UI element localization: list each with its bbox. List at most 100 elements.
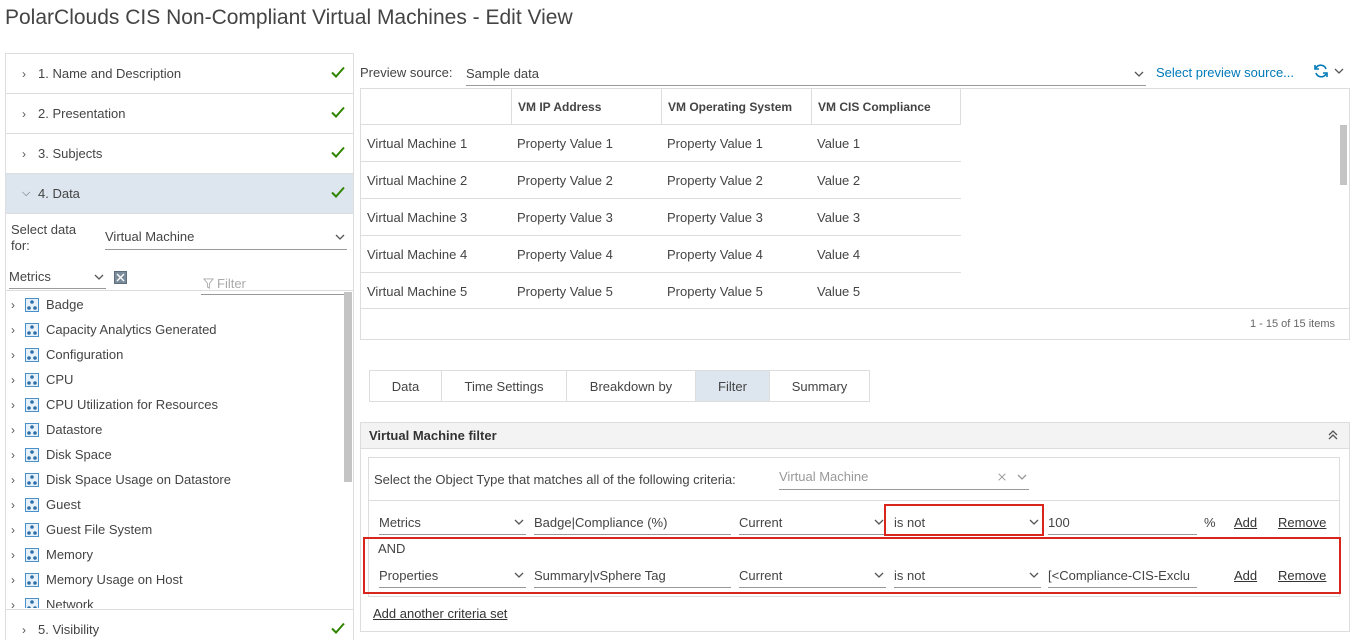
table-cell: Virtual Machine 4 [367, 247, 468, 262]
chevron-right-icon: › [11, 297, 15, 312]
grid-scrollbar[interactable] [1340, 125, 1347, 185]
criteria-timing-dropdown[interactable]: Current [739, 510, 886, 535]
criteria-timing-dropdown[interactable]: Current [739, 563, 886, 588]
criteria-value-text: 100 [1048, 514, 1070, 530]
criteria-timing-value: Current [739, 514, 783, 530]
filter-icon [203, 278, 214, 289]
chevron-down-icon [1029, 572, 1039, 578]
metric-group-icon [25, 597, 39, 608]
tab-time-settings[interactable]: Time Settings [442, 371, 567, 401]
preview-source-value: Sample data [466, 66, 539, 81]
grid-header-cell[interactable]: VM Operating System [661, 89, 811, 125]
preview-source-dropdown[interactable]: Sample data [466, 62, 1146, 86]
metric-group-icon [25, 297, 39, 312]
tab-summary[interactable]: Summary [770, 371, 869, 401]
table-row[interactable]: Virtual Machine 2 Property Value 2 Prope… [361, 162, 961, 199]
check-icon [331, 146, 345, 158]
metrics-toolbar: Metrics Filter [6, 261, 353, 295]
criteria-value-input[interactable]: [<Compliance-CIS-Exclu [1048, 563, 1197, 588]
clear-icon[interactable] [997, 472, 1007, 482]
criteria-intro: Select the Object Type that matches all … [374, 472, 736, 487]
grid-header-cell[interactable]: VM IP Address [511, 89, 661, 125]
chevron-down-icon [335, 234, 345, 240]
table-row[interactable]: Virtual Machine 5 Property Value 5 Prope… [361, 273, 961, 310]
filter-panel-title: Virtual Machine filter [369, 428, 497, 443]
criteria-row: Metrics Badge|Compliance (%) Current is … [369, 508, 1339, 538]
tree-item-capacity-analytics[interactable]: › Capacity Analytics Generated [6, 317, 217, 342]
grid-header-cell[interactable]: VM CIS Compliance [811, 89, 961, 125]
tree-item-label: CPU [46, 372, 74, 387]
tree-item-configuration[interactable]: › Configuration [6, 342, 123, 367]
metrics-dropdown[interactable]: Metrics [9, 265, 106, 289]
tree-scrollbar[interactable] [344, 292, 352, 482]
tree-item-guest-file-system[interactable]: › Guest File System [6, 517, 152, 542]
tree-item-cpu[interactable]: › CPU [6, 367, 73, 392]
refresh-icon[interactable] [1313, 63, 1329, 79]
step-visibility[interactable]: › 5. Visibility [6, 609, 353, 640]
collapse-all-icon[interactable] [114, 271, 127, 284]
tree-item-disk-space[interactable]: › Disk Space [6, 442, 112, 467]
tab-breakdown-by[interactable]: Breakdown by [567, 371, 696, 401]
wizard-steps-panel: › 1. Name and Description › 2. Presentat… [5, 53, 354, 640]
metric-tree: › Badge › Capacity Analytics Generated › Co… [6, 292, 353, 608]
table-row[interactable]: Virtual Machine 1 Property Value 1 Prope… [361, 125, 961, 162]
grid-header-cell[interactable] [361, 89, 511, 125]
tree-item-memory-usage-on-host[interactable]: › Memory Usage on Host [6, 567, 183, 592]
add-criteria-set-link[interactable]: Add another criteria set [373, 606, 507, 621]
criteria-type-dropdown[interactable]: Properties [379, 563, 526, 588]
chevron-right-icon: › [11, 322, 15, 337]
tree-item-cpu-utilization[interactable]: › CPU Utilization for Resources [6, 392, 218, 417]
table-row[interactable]: Virtual Machine 4 Property Value 4 Prope… [361, 236, 961, 273]
tree-item-datastore[interactable]: › Datastore [6, 417, 102, 442]
tree-item-guest[interactable]: › Guest [6, 492, 81, 517]
chevron-down-icon [874, 572, 884, 578]
criteria-value-text: [<Compliance-CIS-Exclu [1048, 567, 1190, 583]
chevron-right-icon: › [11, 522, 15, 537]
step-data[interactable]: ⌵ 4. Data [6, 174, 353, 214]
criteria-attribute-field[interactable]: Summary|vSphere Tag [534, 563, 731, 588]
select-data-label: Select data for: [11, 222, 77, 253]
select-data-dropdown[interactable]: Virtual Machine [105, 224, 347, 250]
remove-criteria-button[interactable]: Remove [1278, 515, 1326, 530]
table-cell: Virtual Machine 1 [367, 136, 468, 151]
criteria-type-dropdown[interactable]: Metrics [379, 510, 526, 535]
criteria-attribute-value: Badge|Compliance (%) [534, 514, 668, 530]
check-icon [331, 622, 345, 634]
remove-criteria-button[interactable]: Remove [1278, 568, 1326, 583]
tree-item-disk-space-usage[interactable]: › Disk Space Usage on Datastore [6, 467, 231, 492]
object-type-value: Virtual Machine [779, 469, 869, 484]
table-cell: Property Value 1 [517, 136, 613, 151]
select-data-value: Virtual Machine [105, 229, 195, 244]
table-row[interactable]: Virtual Machine 3 Property Value 3 Prope… [361, 199, 961, 236]
object-type-dropdown[interactable]: Virtual Machine [779, 464, 1029, 490]
double-chevron-up-icon[interactable] [1327, 429, 1339, 441]
tree-item-memory[interactable]: › Memory [6, 542, 93, 567]
criteria-operator-dropdown[interactable]: is not [894, 510, 1041, 535]
tree-item-badge[interactable]: › Badge [6, 292, 84, 317]
tab-data[interactable]: Data [370, 371, 442, 401]
tree-item-network[interactable]: › Network [6, 592, 94, 608]
criteria-value-input[interactable]: 100 [1048, 510, 1197, 535]
vm-filter-panel: Virtual Machine filter Select the Object… [360, 422, 1350, 632]
tree-item-label: Memory [46, 547, 93, 562]
chevron-right-icon: › [22, 106, 26, 121]
preview-source-bar: Preview source: Sample data Select previ… [360, 60, 1350, 88]
tree-item-label: Memory Usage on Host [46, 572, 183, 587]
step-subjects[interactable]: › 3. Subjects [6, 134, 353, 174]
tab-filter[interactable]: Filter [696, 371, 770, 401]
add-criteria-button[interactable]: Add [1234, 568, 1257, 583]
criteria-attribute-field[interactable]: Badge|Compliance (%) [534, 510, 731, 535]
step-name-and-description[interactable]: › 1. Name and Description [6, 54, 353, 94]
add-criteria-button[interactable]: Add [1234, 515, 1257, 530]
metrics-value: Metrics [9, 269, 51, 284]
chevron-right-icon: › [11, 547, 15, 562]
criteria-operator-dropdown[interactable]: is not [894, 563, 1041, 588]
step-presentation[interactable]: › 2. Presentation [6, 94, 353, 134]
chevron-down-icon [514, 572, 524, 578]
divider [369, 500, 1339, 501]
chevron-down-icon[interactable] [1333, 65, 1345, 77]
criteria-set: Select the Object Type that matches all … [368, 457, 1340, 597]
metric-group-icon [25, 447, 39, 462]
table-cell: Property Value 4 [517, 247, 613, 262]
select-preview-source-link[interactable]: Select preview source... [1156, 65, 1294, 80]
